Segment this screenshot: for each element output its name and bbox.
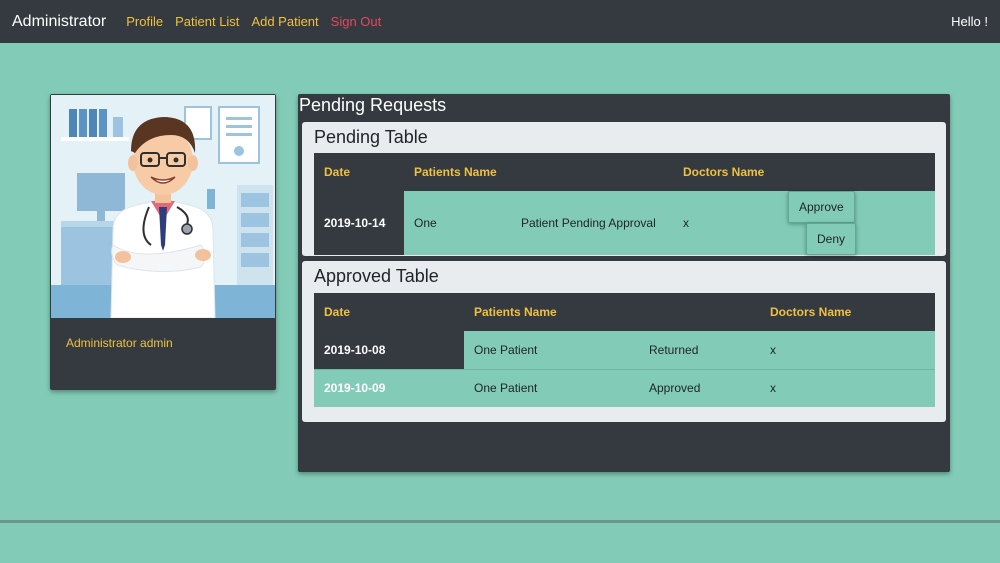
pending-actions-cell: Approve Deny [778,191,935,255]
nav-link-profile[interactable]: Profile [126,14,163,29]
pending-status-cell: Patient Pending Approval [511,191,673,255]
approved-table-card: Approved Table Date Patients Name Doctor… [302,261,946,422]
approved-header-doctors-name: Doctors Name [760,293,935,331]
approved-doctor-cell: x [760,331,935,369]
panel-title: Pending Requests [299,95,447,115]
approved-date-cell: 2019-10-09 [314,368,464,407]
pending-table-title: Pending Table [314,127,428,147]
approved-status-cell: Returned [639,331,760,369]
pending-doctor-cell: x [673,191,778,255]
approved-status-cell: Approved [639,368,760,407]
pending-header-patients-name: Patients Name [404,153,511,191]
nav-link-sign-out[interactable]: Sign Out [331,14,382,29]
pending-requests-panel: Pending Requests Pending Table Date Pati… [298,94,950,472]
doctor-illustration [51,95,275,318]
doctor-illustration-svg [51,95,275,318]
pending-table: Date Patients Name Doctors Name 2019-10-… [314,153,935,255]
navbar-brand[interactable]: Administrator [12,13,106,31]
greeting-text: Hello ! [951,14,988,29]
table-row: 2019-10-09 One Patient Approved x [314,368,935,407]
approved-header-status [639,293,760,331]
pending-date-cell: 2019-10-14 [314,191,404,255]
pending-table-header-row: Date Patients Name Doctors Name [314,153,935,191]
nav-link-add-patient[interactable]: Add Patient [251,14,318,29]
approve-button[interactable]: Approve [788,191,855,223]
approved-patient-cell: One Patient [464,331,639,369]
approved-header-patients-name: Patients Name [464,293,639,331]
pending-table-card: Pending Table Date Patients Name Doctors… [302,122,946,256]
approved-table: Date Patients Name Doctors Name 2019-10-… [314,293,935,407]
profile-card: Administrator admin [50,94,276,390]
approved-patient-cell: One Patient [464,368,639,407]
table-row: 2019-10-08 One Patient Returned x [314,331,935,369]
deny-button[interactable]: Deny [806,223,857,255]
pending-patient-cell: One [404,191,511,255]
pending-header-doctors-name: Doctors Name [673,153,778,191]
nav-link-patient-list[interactable]: Patient List [175,14,239,29]
page-bottom-divider [0,520,1000,523]
approved-doctor-cell: x [760,368,935,407]
table-row: 2019-10-14 One Patient Pending Approval … [314,191,935,255]
approved-date-cell: 2019-10-08 [314,331,464,369]
approved-table-header-row: Date Patients Name Doctors Name [314,293,935,331]
top-navbar: Administrator Profile Patient List Add P… [0,0,1000,43]
approved-table-title: Approved Table [314,266,439,286]
approved-header-date: Date [314,293,464,331]
pending-header-date: Date [314,153,404,191]
profile-name: Administrator admin [66,336,173,350]
pending-header-status [511,153,673,191]
pending-header-actions [778,153,935,191]
